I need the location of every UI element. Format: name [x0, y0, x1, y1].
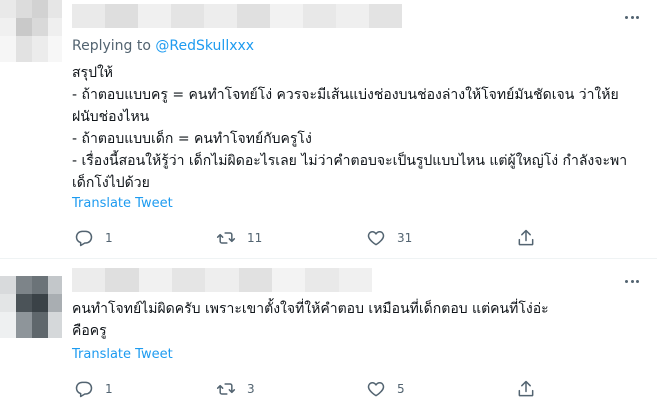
- like-button[interactable]: 31: [366, 225, 412, 251]
- tweet[interactable]: Replying to @RedSkullxxx สรุปให้ - ถ้าตอ…: [0, 0, 657, 258]
- share-icon: [518, 380, 534, 397]
- retweet-icon: [216, 232, 236, 244]
- tweet-text: สรุปให้ - ถ้าตอบแบบครู = คนทำโจทย์โง่ คว…: [72, 65, 628, 191]
- avatar-pixelated[interactable]: [0, 276, 62, 338]
- translate-tweet-link[interactable]: Translate Tweet: [72, 195, 173, 213]
- share-button[interactable]: [516, 225, 536, 251]
- like-count: 5: [397, 382, 405, 396]
- more-button[interactable]: [619, 268, 645, 294]
- reply-button[interactable]: 1: [74, 376, 113, 402]
- retweet-count: 11: [247, 231, 263, 245]
- divider: [0, 258, 657, 259]
- reply-count: 1: [105, 382, 113, 396]
- reply-icon: [75, 381, 93, 398]
- reply-icon: [75, 230, 93, 247]
- retweet-button[interactable]: 11: [216, 225, 262, 251]
- retweet-icon: [216, 383, 236, 395]
- share-button[interactable]: [516, 376, 536, 402]
- heart-icon: [367, 231, 385, 246]
- reply-count: 1: [105, 231, 113, 245]
- more-button[interactable]: [619, 4, 645, 30]
- replying-prefix: Replying to: [72, 38, 156, 54]
- retweet-button[interactable]: 3: [216, 376, 255, 402]
- replying-handle-link[interactable]: @RedSkullxxx: [155, 38, 254, 54]
- like-button[interactable]: 5: [366, 376, 405, 402]
- avatar-pixelated[interactable]: [0, 0, 62, 62]
- replying-to: Replying to @RedSkullxxx: [72, 37, 254, 55]
- like-count: 31: [397, 231, 413, 245]
- author-name-blurred[interactable]: [72, 4, 402, 28]
- translate-tweet-link[interactable]: Translate Tweet: [72, 346, 173, 364]
- retweet-count: 3: [247, 382, 255, 396]
- tweet[interactable]: คนทำโจทย์ไม่ผิดครับ เพราะเขาตั้งใจที่ให้…: [0, 260, 657, 409]
- tweet-text: คนทำโจทย์ไม่ผิดครับ เพราะเขาตั้งใจที่ให้…: [72, 301, 549, 339]
- share-icon: [518, 229, 534, 246]
- heart-icon: [367, 382, 385, 397]
- reply-button[interactable]: 1: [74, 225, 113, 251]
- author-name-blurred[interactable]: [72, 268, 372, 292]
- reply-thread: Replying to @RedSkullxxx สรุปให้ - ถ้าตอ…: [0, 0, 657, 409]
